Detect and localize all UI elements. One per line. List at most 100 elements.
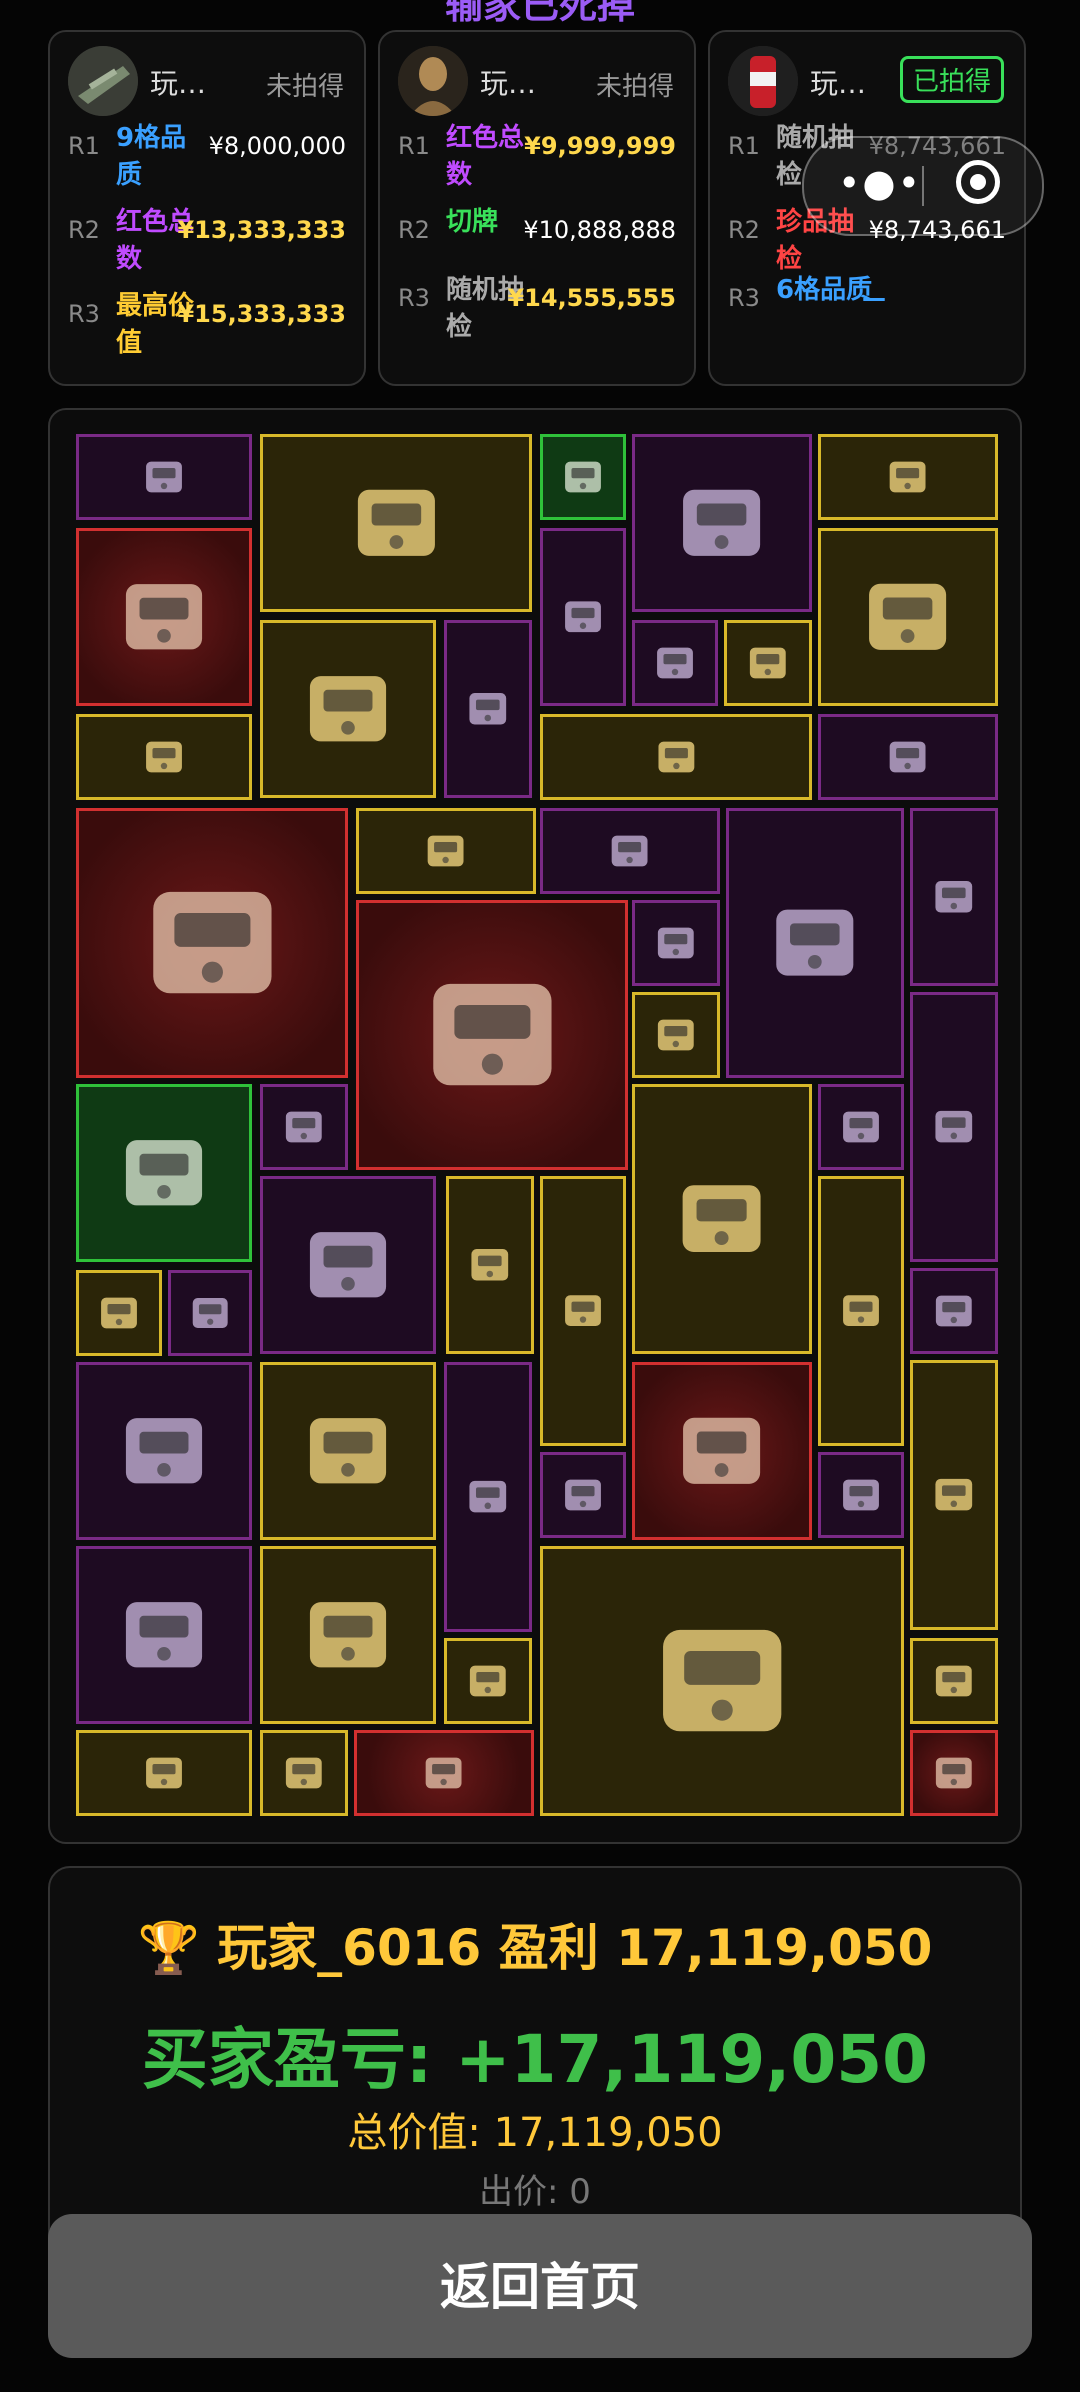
bid-price: ¥8,000,000: [208, 132, 346, 160]
rank-label: R1: [728, 132, 760, 160]
coffee-machine-item[interactable]: [632, 434, 812, 612]
red-case-icon: [658, 741, 694, 773]
oxygen-tank-item[interactable]: [540, 1176, 626, 1446]
orb-drone-icon: [470, 1665, 506, 1697]
back-home-button[interactable]: 返回首页: [48, 2214, 1032, 2358]
tablet-case-item[interactable]: [76, 528, 252, 706]
apple-item[interactable]: [540, 434, 626, 520]
orb-drone-item[interactable]: [910, 1638, 998, 1724]
player-avatar: [68, 46, 138, 116]
bid-price: ¥10,888,888: [523, 216, 676, 244]
armor-plate-item[interactable]: [818, 714, 998, 800]
tube-container-item[interactable]: [818, 1176, 904, 1446]
notebook-item[interactable]: [818, 1452, 904, 1538]
sunglasses-item[interactable]: [76, 1730, 252, 1816]
horned-skull-item[interactable]: [76, 434, 252, 520]
black-tide-book-item[interactable]: [444, 620, 532, 798]
golden-dagger-icon: [935, 881, 973, 913]
porcelain-cup-item[interactable]: [76, 1270, 162, 1356]
black-tide-book-icon: [469, 693, 507, 725]
lantern-item[interactable]: [910, 992, 998, 1262]
auction-status: 已拍得: [899, 56, 1004, 103]
result-panel: 🏆 玩家_6016 盈利 17,119,050 买家盈亏: +17,119,05…: [48, 1866, 1022, 2266]
id-card-item[interactable]: [260, 1362, 436, 1540]
id-card-item[interactable]: [818, 528, 998, 706]
green-tablet-item[interactable]: [354, 1730, 534, 1816]
pipe-scanner-item[interactable]: [76, 1546, 252, 1724]
porcelain-cup-icon: [101, 1297, 137, 1329]
angle-grinder-icon: [125, 1140, 203, 1206]
bid-price: ¥9,999,999: [524, 132, 676, 160]
ram-stick-item[interactable]: [168, 1270, 252, 1356]
pipe-scanner-item[interactable]: [76, 1362, 252, 1540]
armor-plate-item[interactable]: [540, 808, 720, 894]
horned-skull-icon: [146, 461, 182, 493]
knife-icon: [843, 1111, 879, 1143]
golden-dagger-item[interactable]: [910, 808, 998, 986]
ram-stick-item[interactable]: [632, 620, 718, 706]
device-item[interactable]: [818, 434, 998, 520]
tube-item[interactable]: [632, 900, 720, 986]
tube-container-icon: [843, 1295, 879, 1327]
auction-status: 未拍得: [265, 72, 344, 102]
cassette-item[interactable]: [260, 1084, 348, 1170]
pipe-scanner-icon: [309, 1232, 387, 1298]
coffee-machine-icon: [683, 489, 761, 557]
inhaler-item[interactable]: [724, 620, 812, 706]
lantern-item[interactable]: [444, 1362, 532, 1632]
notebook-item[interactable]: [910, 1268, 998, 1354]
ammo-box-item[interactable]: [260, 620, 436, 798]
document-item[interactable]: [446, 1176, 534, 1354]
gold-chain-icon: [428, 835, 464, 867]
lantern-icon: [935, 1111, 973, 1143]
page-title: 输家已死掉: [444, 0, 635, 27]
power-bank-item[interactable]: [632, 1084, 812, 1354]
drill-bit-item[interactable]: [260, 1730, 348, 1816]
gpu-card-item[interactable]: [356, 900, 628, 1170]
pipe-scanner-icon: [125, 1602, 203, 1668]
pliers-item[interactable]: [540, 528, 626, 706]
armor-plate-icon: [890, 741, 926, 773]
servo-item[interactable]: [910, 1730, 998, 1816]
knife-item[interactable]: [818, 1084, 904, 1170]
angle-grinder-item[interactable]: [76, 1084, 252, 1262]
gold-chain-item[interactable]: [356, 808, 536, 894]
auction-status: 未拍得: [595, 72, 674, 102]
player-avatar: [398, 46, 468, 116]
document-icon: [471, 1249, 509, 1281]
bid-category: 9格品质: [116, 123, 187, 190]
camera-item[interactable]: [632, 992, 720, 1078]
player-name: 玩…: [480, 67, 537, 100]
bid-category: 红色总数: [446, 123, 525, 190]
ammo-box-icon: [309, 676, 387, 742]
reactor-core-item[interactable]: [76, 808, 348, 1078]
tube-icon: [658, 927, 694, 959]
notebook-item[interactable]: [540, 1452, 626, 1538]
armillary-sphere-item[interactable]: [632, 1362, 812, 1540]
red-case-item[interactable]: [540, 714, 812, 800]
tube-container-item[interactable]: [910, 1360, 998, 1630]
ammo-box-item[interactable]: [260, 1546, 436, 1724]
bid-price: ¥15,333,333: [177, 300, 346, 328]
rank-label: R3: [398, 284, 430, 312]
id-card-icon: [869, 583, 947, 651]
capsule-divider: [922, 166, 924, 206]
rank-label: R1: [398, 132, 430, 160]
ram-stick-icon: [192, 1298, 228, 1328]
bid-amount: 出价: 0: [479, 2172, 591, 2212]
more-dots-icon[interactable]: •●•: [838, 164, 922, 202]
rank-label: R3: [68, 300, 100, 328]
orb-drone-item[interactable]: [444, 1638, 532, 1724]
gold-chain-item[interactable]: [76, 714, 252, 800]
pipe-scanner-item[interactable]: [260, 1176, 436, 1354]
winner-line: 🏆 玩家_6016 盈利 17,119,050: [137, 1919, 933, 1977]
radio-station-item[interactable]: [260, 434, 532, 612]
moon-lamp-item[interactable]: [726, 808, 904, 1078]
bid-price: —: [862, 284, 886, 312]
server-rack-item[interactable]: [540, 1546, 904, 1816]
gpu-card-icon: [432, 984, 552, 1086]
moon-lamp-icon: [776, 909, 854, 977]
close-target-icon[interactable]: [956, 160, 1000, 204]
player-card-2: 玩… 未拍得 R1 红色总数 ¥9,999,999 R2 切牌 ¥10,888,…: [378, 30, 696, 386]
device-icon: [890, 461, 926, 493]
